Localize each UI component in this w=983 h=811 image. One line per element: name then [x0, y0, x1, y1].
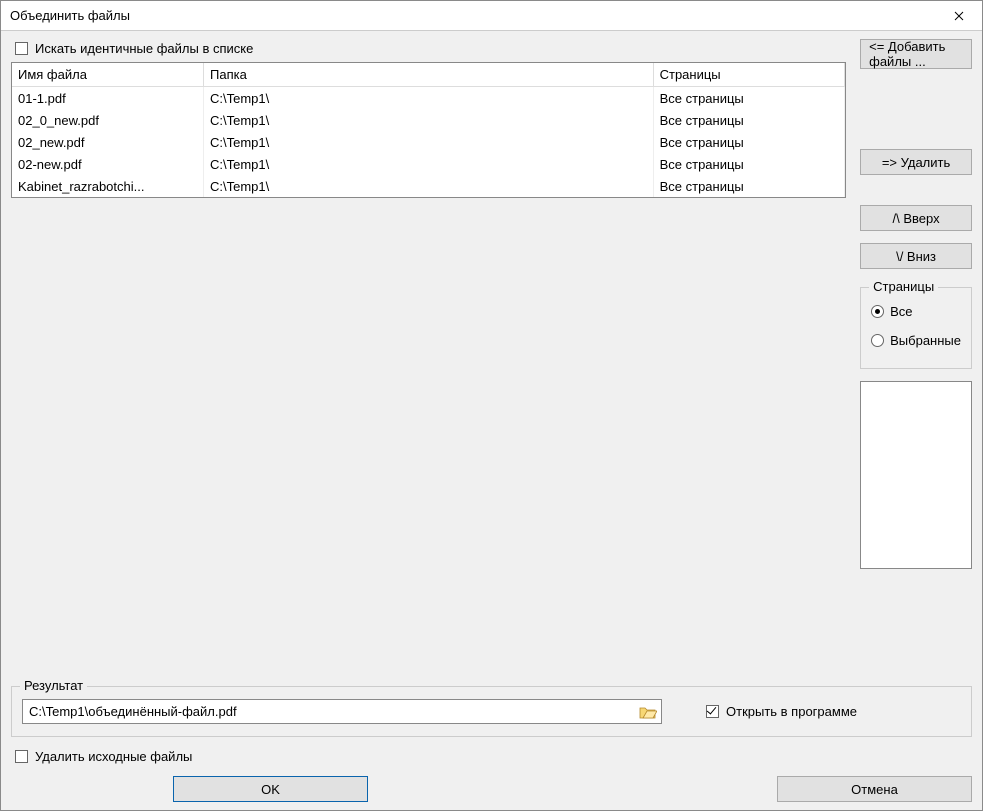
delete-source-checkbox[interactable]	[15, 750, 28, 763]
cell-folder: C:\Temp1\	[204, 175, 654, 197]
cell-pages: Все страницы	[653, 87, 845, 109]
move-up-button[interactable]: /\ Вверх	[860, 205, 972, 231]
radio-icon	[871, 305, 884, 318]
result-path-input[interactable]: C:\Temp1\объединённый-файл.pdf	[22, 699, 662, 724]
close-icon	[954, 11, 964, 21]
table-row[interactable]: 02_0_new.pdfC:\Temp1\Все страницы	[12, 109, 845, 131]
search-identical-checkbox-row[interactable]: Искать идентичные файлы в списке	[11, 39, 846, 58]
left-column: Искать идентичные файлы в списке Имя фай…	[11, 39, 846, 198]
cell-folder: C:\Temp1\	[204, 109, 654, 131]
main-area: Искать идентичные файлы в списке Имя фай…	[11, 39, 972, 680]
titlebar: Объединить файлы	[1, 1, 982, 31]
search-identical-checkbox[interactable]	[15, 42, 28, 55]
table-row[interactable]: 02_new.pdfC:\Temp1\Все страницы	[12, 131, 845, 153]
cell-name: Kabinet_razrabotchi...	[12, 175, 204, 197]
cancel-button[interactable]: Отмена	[777, 776, 972, 802]
ok-button[interactable]: OK	[173, 776, 368, 802]
col-header-name[interactable]: Имя файла	[12, 63, 204, 87]
pages-selected-radio[interactable]: Выбранные	[871, 333, 961, 348]
open-in-program-row[interactable]: Открыть в программе	[702, 702, 857, 721]
cell-folder: C:\Temp1\	[204, 131, 654, 153]
pages-all-radio[interactable]: Все	[871, 304, 961, 319]
cell-pages: Все страницы	[653, 175, 845, 197]
table-row[interactable]: 02-new.pdfC:\Temp1\Все страницы	[12, 153, 845, 175]
add-files-button[interactable]: <= Добавить файлы ...	[860, 39, 972, 69]
browse-folder-icon[interactable]	[639, 704, 657, 720]
result-path-text: C:\Temp1\объединённый-файл.pdf	[29, 704, 237, 719]
cell-pages: Все страницы	[653, 131, 845, 153]
file-table[interactable]: Имя файла Папка Страницы 01-1.pdfC:\Temp…	[11, 62, 846, 198]
dialog-body: Искать идентичные файлы в списке Имя фай…	[1, 31, 982, 810]
cell-name: 02_new.pdf	[12, 131, 204, 153]
dialog-window: Объединить файлы Искать идентичные файлы…	[0, 0, 983, 811]
radio-icon	[871, 334, 884, 347]
remove-button[interactable]: => Удалить	[860, 149, 972, 175]
result-group: Результат C:\Temp1\объединённый-файл.pdf…	[11, 686, 972, 737]
move-down-button[interactable]: \/ Вниз	[860, 243, 972, 269]
cell-folder: C:\Temp1\	[204, 87, 654, 109]
delete-source-label: Удалить исходные файлы	[35, 749, 192, 764]
table-row[interactable]: 01-1.pdfC:\Temp1\Все страницы	[12, 87, 845, 109]
cell-pages: Все страницы	[653, 109, 845, 131]
close-button[interactable]	[936, 1, 982, 30]
window-title: Объединить файлы	[10, 8, 130, 23]
pages-group: Страницы Все Выбранные	[860, 287, 972, 369]
cell-pages: Все страницы	[653, 153, 845, 175]
cell-name: 02-new.pdf	[12, 153, 204, 175]
col-header-pages[interactable]: Страницы	[653, 63, 845, 87]
bottom-buttons: OK Отмена	[11, 772, 972, 802]
delete-source-row[interactable]: Удалить исходные файлы	[11, 747, 972, 766]
cell-name: 02_0_new.pdf	[12, 109, 204, 131]
open-in-program-checkbox[interactable]	[706, 705, 719, 718]
preview-box	[860, 381, 972, 569]
cell-name: 01-1.pdf	[12, 87, 204, 109]
result-legend: Результат	[20, 678, 87, 693]
col-header-folder[interactable]: Папка	[204, 63, 654, 87]
search-identical-label: Искать идентичные файлы в списке	[35, 41, 253, 56]
table-row[interactable]: Kabinet_razrabotchi...C:\Temp1\Все стран…	[12, 175, 845, 197]
pages-legend: Страницы	[869, 279, 938, 294]
cell-folder: C:\Temp1\	[204, 153, 654, 175]
open-in-program-label: Открыть в программе	[726, 704, 857, 719]
right-column: <= Добавить файлы ... => Удалить /\ Ввер…	[860, 39, 972, 569]
